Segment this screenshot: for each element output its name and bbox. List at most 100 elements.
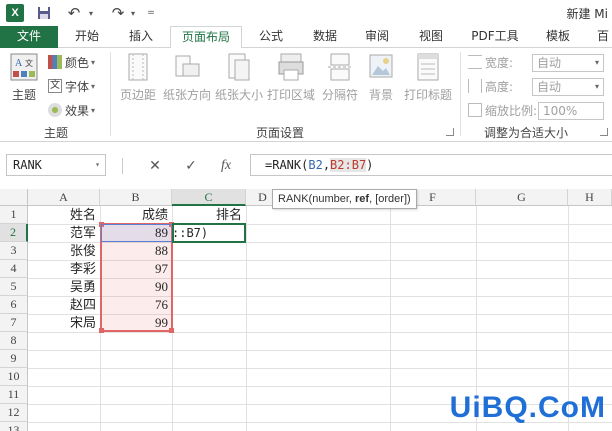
row-header-11[interactable]: 11 [0, 386, 28, 404]
row-header-12[interactable]: 12 [0, 404, 28, 422]
tab-templates[interactable]: 模板 [536, 26, 580, 48]
gridline [28, 332, 612, 333]
tab-more[interactable]: 百 [592, 26, 612, 48]
cell-a7[interactable]: 宋局 [28, 314, 100, 332]
row-header-13[interactable]: 13 [0, 422, 28, 431]
scale-input[interactable]: 100% [538, 102, 604, 120]
document-title: 新建 Mi [566, 7, 608, 21]
print-area-button[interactable]: 打印区域 [266, 52, 316, 103]
cell-b1[interactable]: 成绩 [100, 206, 172, 224]
tab-review[interactable]: 审阅 [356, 26, 398, 48]
name-box[interactable]: RANK ▾ [6, 154, 106, 176]
paper-size-icon [228, 53, 250, 81]
breaks-button[interactable]: 分隔符 [320, 52, 360, 103]
cell-a6[interactable]: 赵四 [28, 296, 100, 314]
themes-button[interactable]: A文 主题 [6, 52, 42, 103]
row-header-5[interactable]: 5 [0, 278, 28, 296]
effects-icon [48, 103, 62, 117]
colors-button[interactable]: 颜色 ▾ [48, 52, 95, 72]
tab-formulas[interactable]: 公式 [250, 26, 292, 48]
background-icon [369, 54, 393, 78]
undo-dropdown-icon[interactable]: ▾ [86, 4, 96, 22]
cell-c1[interactable]: 排名 [172, 206, 246, 224]
effects-button[interactable]: 效果 ▾ [48, 100, 95, 120]
cancel-icon[interactable]: ✕ [145, 157, 165, 175]
column-header-h[interactable]: H [568, 189, 612, 206]
tab-home[interactable]: 开始 [64, 26, 110, 48]
scale-icon [468, 103, 482, 117]
tab-pdf-tools[interactable]: PDF工具 [464, 26, 526, 48]
chevron-down-icon: ▾ [594, 58, 599, 67]
orientation-button[interactable]: 纸张方向 [162, 52, 212, 103]
redo-icon[interactable]: ↷ [110, 4, 126, 22]
row-header-6[interactable]: 6 [0, 296, 28, 314]
cell-a5[interactable]: 吴勇 [28, 278, 100, 296]
tab-view[interactable]: 视图 [408, 26, 454, 48]
background-button[interactable]: 背景 [364, 52, 398, 103]
print-titles-icon [417, 53, 439, 81]
insert-function-icon[interactable]: fx [216, 157, 236, 175]
cell-a4[interactable]: 李彩 [28, 260, 100, 278]
cell-b2[interactable]: 89 [100, 224, 172, 242]
gridline [28, 350, 612, 351]
cell-b4[interactable]: 97 [100, 260, 172, 278]
page-setup-launcher-icon[interactable] [446, 128, 454, 136]
row-header-10[interactable]: 10 [0, 368, 28, 386]
themes-group-label: 主题 [44, 126, 69, 140]
row-header-2[interactable]: 2 [0, 224, 28, 242]
height-select[interactable]: 自动 ▾ [532, 78, 604, 96]
row-header-8[interactable]: 8 [0, 332, 28, 350]
scale-group-label: 调整为合适大小 [484, 126, 569, 140]
formula-input[interactable]: =RANK(B2,B2:B7) [250, 154, 612, 176]
redo-dropdown-icon[interactable]: ▾ [128, 4, 138, 22]
scale-launcher-icon[interactable] [600, 128, 608, 136]
group-separator [460, 52, 461, 136]
print-titles-button[interactable]: 打印标题 [402, 52, 454, 103]
themes-label: 主题 [11, 88, 36, 102]
gridline [246, 206, 247, 431]
fonts-button[interactable]: 文 字体 ▾ [48, 76, 95, 96]
tab-page-layout[interactable]: 页面布局 [170, 26, 242, 49]
column-header-g[interactable]: G [476, 189, 568, 206]
row-header-1[interactable]: 1 [0, 206, 28, 224]
row-header-9[interactable]: 9 [0, 350, 28, 368]
column-header-a[interactable]: A [28, 189, 100, 206]
tab-file[interactable]: 文件 [0, 26, 58, 48]
enter-icon[interactable]: ✓ [181, 157, 201, 175]
width-select[interactable]: 自动 ▾ [532, 54, 604, 72]
size-button[interactable]: 纸张大小 [214, 52, 264, 103]
cell-b3[interactable]: 88 [100, 242, 172, 260]
gridline [390, 206, 391, 431]
save-icon[interactable] [36, 4, 52, 22]
cell-a1[interactable]: 姓名 [28, 206, 100, 224]
print-area-label: 打印区域 [266, 88, 315, 102]
title-bar: X ↶ ▾ ↷ ▾ = 新建 Mi [0, 0, 612, 26]
chevron-down-icon: ▾ [91, 81, 96, 91]
row-header-7[interactable]: 7 [0, 314, 28, 332]
chevron-down-icon: ▾ [91, 105, 96, 115]
row-header-4[interactable]: 4 [0, 260, 28, 278]
row-header-3[interactable]: 3 [0, 242, 28, 260]
chevron-down-icon: ▾ [95, 160, 100, 169]
chevron-down-icon: ▾ [91, 57, 96, 67]
cell-b5[interactable]: 90 [100, 278, 172, 296]
colors-label: 颜色 [65, 55, 90, 70]
cell-c2-editing[interactable]: ::B7) [171, 224, 245, 242]
tab-insert[interactable]: 插入 [118, 26, 164, 48]
excel-logo-icon: X [6, 4, 24, 22]
margins-button[interactable]: 页边距 [118, 52, 158, 103]
column-header-b[interactable]: B [100, 189, 172, 206]
orientation-label: 纸张方向 [162, 88, 211, 102]
select-all-corner[interactable] [0, 189, 28, 206]
tab-data[interactable]: 数据 [302, 26, 348, 48]
undo-icon[interactable]: ↶ [66, 4, 82, 22]
cell-b6[interactable]: 76 [100, 296, 172, 314]
cell-a3[interactable]: 张俊 [28, 242, 100, 260]
customize-toolbar-icon[interactable]: = [146, 4, 156, 22]
cell-b7[interactable]: 99 [100, 314, 172, 332]
scale-label: 缩放比例: [468, 100, 537, 120]
column-header-c[interactable]: C [172, 189, 246, 206]
watermark: UiBQ.CoM [449, 391, 606, 424]
print-area-icon [278, 53, 304, 81]
cell-a2[interactable]: 范军 [28, 224, 100, 242]
